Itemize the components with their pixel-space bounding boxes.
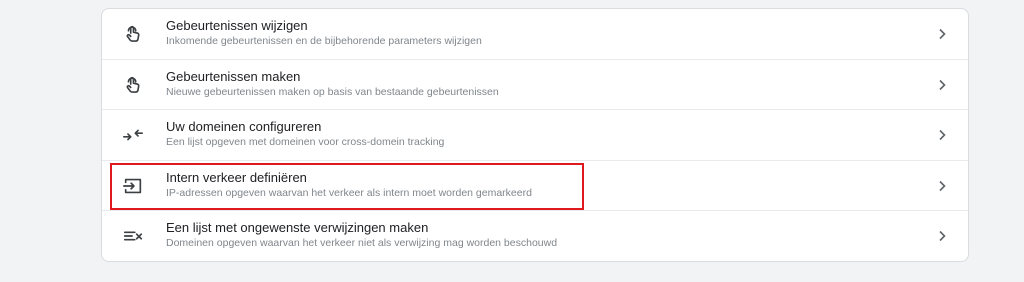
chevron-right-icon [934, 77, 950, 93]
settings-list: Gebeurtenissen wijzigen Inkomende gebeur… [101, 8, 969, 262]
list-item-subtitle: Nieuwe gebeurtenissen maken op basis van… [166, 85, 499, 98]
cross-domain-arrows-icon [122, 124, 144, 146]
list-item-subtitle: Een lijst opgeven met domeinen voor cros… [166, 136, 445, 149]
list-item-create-events[interactable]: Gebeurtenissen maken Nieuwe gebeurteniss… [102, 60, 968, 111]
list-item-subtitle: Inkomende gebeurtenissen en de bijbehore… [166, 35, 482, 47]
chevron-right-icon [934, 26, 950, 42]
list-item-subtitle: Domeinen opgeven waarvan het verkeer nie… [166, 237, 558, 250]
list-item-unwanted-referrals[interactable]: Een lijst met ongewenste verwijzingen ma… [102, 211, 968, 261]
list-item-title: Gebeurtenissen wijzigen [166, 18, 308, 33]
chevron-right-icon [934, 228, 950, 244]
list-item-define-internal-traffic[interactable]: Intern verkeer definiëren IP-adressen op… [102, 161, 968, 212]
list-item-title: Gebeurtenissen maken [166, 68, 301, 84]
list-item-title: Intern verkeer definiëren [166, 169, 307, 185]
list-item-subtitle: IP-adressen opgeven waarvan het verkeer … [166, 186, 532, 199]
list-item-title: Uw domeinen configureren [166, 119, 322, 135]
list-item-title: Een lijst met ongewenste verwijzingen ma… [166, 220, 429, 236]
touch-gesture-icon [122, 23, 144, 45]
touch-gesture-icon [122, 74, 144, 96]
chevron-right-icon [934, 127, 950, 143]
chevron-right-icon [934, 178, 950, 194]
list-item-configure-domains[interactable]: Uw domeinen configureren Een lijst opgev… [102, 110, 968, 161]
list-item-modify-events[interactable]: Gebeurtenissen wijzigen Inkomende gebeur… [102, 9, 968, 60]
exclusion-list-icon [122, 225, 144, 247]
login-box-icon [122, 175, 144, 197]
